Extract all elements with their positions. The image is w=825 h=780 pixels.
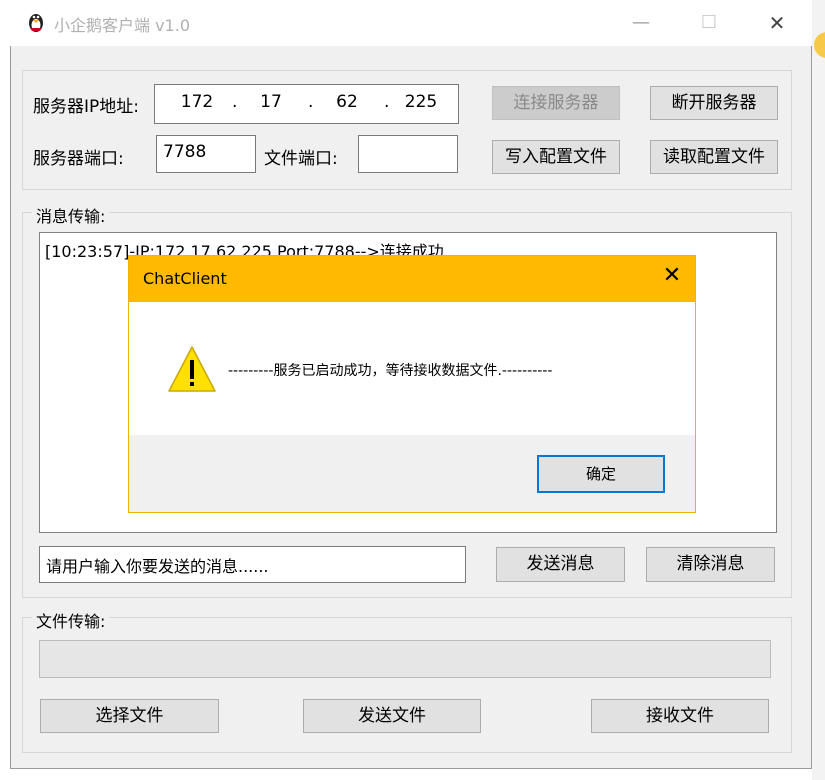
write-config-button[interactable]: 写入配置文件 xyxy=(492,140,620,174)
ip-label: 服务器IP地址: xyxy=(33,97,139,117)
select-file-button[interactable]: 选择文件 xyxy=(40,699,219,733)
server-port-input[interactable]: 7788 xyxy=(156,135,256,173)
window-title: 小企鹅客户端 v1.0 xyxy=(54,16,191,35)
maximize-button[interactable]: ☐ xyxy=(686,6,732,40)
ip-octet-4: 225 xyxy=(404,92,438,112)
message-group-label: 消息传输: xyxy=(32,203,110,227)
dialog-close-button[interactable]: ✕ xyxy=(660,264,684,288)
ip-dot: . xyxy=(232,92,238,112)
port-label: 服务器端口: xyxy=(33,149,124,169)
dialog-title: ChatClient xyxy=(143,269,227,288)
send-file-button[interactable]: 发送文件 xyxy=(303,699,481,733)
file-group-label: 文件传输: xyxy=(32,608,110,632)
file-progress-bar xyxy=(39,640,771,678)
background-window-right xyxy=(812,0,825,780)
close-button[interactable]: ✕ xyxy=(754,6,800,40)
file-port-label: 文件端口: xyxy=(264,149,338,169)
ip-octet-3: 62 xyxy=(336,92,358,112)
file-port-input[interactable] xyxy=(358,135,458,173)
warning-icon xyxy=(167,344,217,394)
dialog-ok-button[interactable]: 确定 xyxy=(537,455,665,493)
send-message-button[interactable]: 发送消息 xyxy=(496,547,625,582)
receive-file-button[interactable]: 接收文件 xyxy=(591,699,769,733)
ip-octet-1: 172 xyxy=(180,92,214,112)
ip-dot: . xyxy=(384,92,390,112)
minimize-button[interactable]: — xyxy=(618,6,664,40)
dialog-message: ---------服务已启动成功，等待接收数据文件.---------- xyxy=(228,363,553,379)
penguin-icon xyxy=(26,10,46,34)
ip-dot: . xyxy=(308,92,314,112)
message-input[interactable]: 请用户输入你要发送的消息...... xyxy=(39,546,466,583)
connect-server-button[interactable]: 连接服务器 xyxy=(492,86,620,120)
disconnect-server-button[interactable]: 断开服务器 xyxy=(650,86,778,120)
ip-octet-2: 17 xyxy=(260,92,282,112)
read-config-button[interactable]: 读取配置文件 xyxy=(650,140,778,174)
clear-message-button[interactable]: 清除消息 xyxy=(646,547,775,582)
